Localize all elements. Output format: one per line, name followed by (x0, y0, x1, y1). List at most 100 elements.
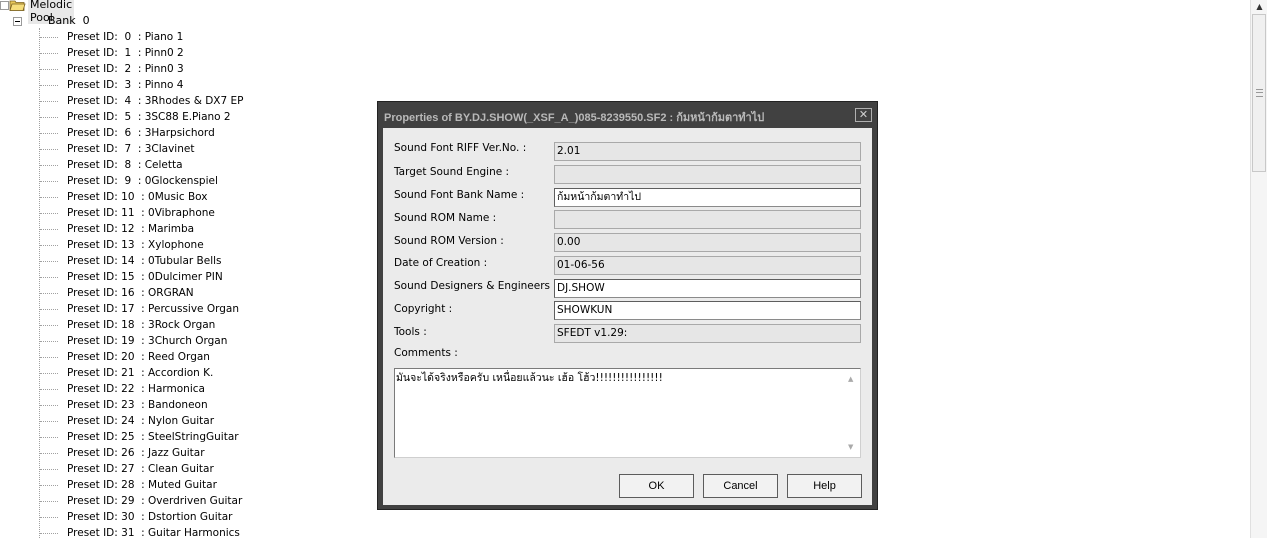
tree-connector (40, 517, 58, 518)
bank-name-field[interactable]: ก้มหน้าก้มตาทำไป (554, 188, 861, 207)
preset-label: Preset ID: 4 : 3Rhodes & DX7 EP (67, 95, 244, 107)
tree-connector (40, 197, 58, 198)
tree-connector (40, 261, 58, 262)
rom-name-field (554, 210, 861, 229)
rom-version-field: 0.00 (554, 233, 861, 252)
preset-label: Preset ID: 24 : Nylon Guitar (67, 415, 215, 427)
preset-label: Preset ID: 3 : Pinno 4 (67, 79, 184, 91)
comments-label: Comments : (394, 347, 458, 359)
tree-connector (40, 133, 58, 134)
preset-label: Preset ID: 17 : Percussive Organ (67, 303, 239, 315)
cancel-button[interactable]: Cancel (703, 474, 778, 498)
preset-label: Preset ID: 2 : Pinn0 3 (67, 63, 184, 75)
preset-label: Preset ID: 28 : Muted Guitar (67, 479, 217, 491)
riff-version-label: Sound Font RIFF Ver.No. : (394, 142, 527, 154)
tree-connector (40, 53, 58, 54)
preset-label: Preset ID: 23 : Bandoneon (67, 399, 208, 411)
designers-field[interactable]: DJ.SHOW (554, 279, 861, 298)
bank-label[interactable]: Bank 0 (48, 14, 90, 28)
scrollbar-thumb[interactable] (1252, 14, 1266, 172)
tools-field: SFEDT v1.29: (554, 324, 861, 343)
preset-label: Preset ID: 12 : Marimba (67, 223, 195, 235)
tree-connector (40, 277, 58, 278)
tree-connector (40, 229, 58, 230)
preset-label: Preset ID: 8 : Celetta (67, 159, 183, 171)
copyright-label: Copyright : (394, 303, 453, 315)
preset-label: Preset ID: 22 : Harmonica (67, 383, 205, 395)
preset-label: Preset ID: 20 : Reed Organ (67, 351, 210, 363)
creation-date-label: Date of Creation : (394, 257, 488, 269)
riff-version-field: 2.01 (554, 142, 861, 161)
tree-connector (40, 421, 58, 422)
preset-label: Preset ID: 21 : Accordion K. (67, 367, 214, 379)
tree-connector (40, 149, 58, 150)
help-button[interactable]: Help (787, 474, 862, 498)
tree-connector (40, 437, 58, 438)
comments-text: มันจะได้จริงหรือครับ เหนื่อยแล้วนะ เฮ้อ … (396, 372, 663, 384)
preset-label: Preset ID: 30 : Dstortion Guitar (67, 511, 233, 523)
preset-label: Preset ID: 13 : Xylophone (67, 239, 204, 251)
tree-connector (40, 309, 58, 310)
folder-open-icon (9, 0, 26, 11)
tree-connector (40, 485, 58, 486)
tree-connector (40, 245, 58, 246)
designers-label: Sound Designers & Engineers : (394, 280, 557, 292)
preset-label: Preset ID: 29 : Overdriven Guitar (67, 495, 243, 507)
preset-label: Preset ID: 27 : Clean Guitar (67, 463, 214, 475)
tree-connector (40, 389, 58, 390)
preset-label: Preset ID: 7 : 3Clavinet (67, 143, 195, 155)
preset-label: Preset ID: 26 : Jazz Guitar (67, 447, 205, 459)
preset-label: Preset ID: 9 : 0Glockenspiel (67, 175, 218, 187)
tree-connector (40, 101, 58, 102)
tree-connector (40, 325, 58, 326)
dialog-titlebar[interactable]: Properties of BY.DJ.SHOW(_XSF_A_)085-823… (378, 102, 877, 128)
bank-name-label: Sound Font Bank Name : (394, 189, 525, 201)
tree-connector (40, 37, 58, 38)
grip-icon (1256, 89, 1263, 97)
tree-connector-line (39, 28, 40, 538)
tree-connector (40, 85, 58, 86)
tree-connector (40, 181, 58, 182)
preset-label: Preset ID: 5 : 3SC88 E.Piano 2 (67, 111, 231, 123)
preset-label: Preset ID: 6 : 3Harpsichord (67, 127, 215, 139)
tree-connector (40, 341, 58, 342)
preset-label: Preset ID: 14 : 0Tubular Bells (67, 255, 222, 267)
ok-button[interactable]: OK (619, 474, 694, 498)
preset-label: Preset ID: 25 : SteelStringGuitar (67, 431, 239, 443)
scroll-up-arrow-icon[interactable]: ▲ (848, 372, 853, 386)
collapse-toggle-icon[interactable] (0, 1, 9, 10)
target-engine-label: Target Sound Engine : (394, 166, 510, 178)
preset-label: Preset ID: 11 : 0Vibraphone (67, 207, 215, 219)
tree-connector (40, 293, 58, 294)
tree-connector (40, 469, 58, 470)
preset-label: Preset ID: 19 : 3Church Organ (67, 335, 228, 347)
vertical-scrollbar[interactable]: ▲ (1250, 0, 1267, 538)
scroll-down-arrow-icon[interactable]: ▼ (848, 440, 853, 454)
scroll-up-arrow-icon[interactable]: ▲ (1252, 0, 1267, 13)
tree-connector (40, 69, 58, 70)
tree-connector (40, 165, 58, 166)
preset-label: Preset ID: 0 : Piano 1 (67, 31, 184, 43)
target-engine-field (554, 165, 861, 184)
dialog-title: Properties of BY.DJ.SHOW(_XSF_A_)085-823… (384, 112, 765, 124)
comments-scrollbar[interactable]: ▲ ▼ (845, 370, 859, 456)
tree-connector (40, 533, 58, 534)
rom-name-label: Sound ROM Name : (394, 212, 497, 224)
properties-dialog: Properties of BY.DJ.SHOW(_XSF_A_)085-823… (377, 101, 878, 510)
preset-label: Preset ID: 18 : 3Rock Organ (67, 319, 216, 331)
tree-connector (40, 405, 58, 406)
collapse-toggle-icon[interactable] (13, 17, 22, 26)
preset-label: Preset ID: 31 : Guitar Harmonics (67, 527, 240, 539)
tools-label: Tools : (394, 326, 427, 338)
tree-connector (40, 453, 58, 454)
dialog-body: Sound Font RIFF Ver.No. : 2.01 Target So… (383, 128, 872, 505)
creation-date-field: 01-06-56 (554, 256, 861, 275)
tree-connector (40, 117, 58, 118)
close-icon[interactable]: ✕ (855, 108, 872, 122)
preset-label: Preset ID: 1 : Pinn0 2 (67, 47, 184, 59)
copyright-field[interactable]: SHOWKUN (554, 301, 861, 320)
preset-label: Preset ID: 15 : 0Dulcimer PIN (67, 271, 223, 283)
comments-textarea[interactable]: มันจะได้จริงหรือครับ เหนื่อยแล้วนะ เฮ้อ … (394, 368, 861, 458)
tree-connector (40, 373, 58, 374)
tree-connector (40, 213, 58, 214)
